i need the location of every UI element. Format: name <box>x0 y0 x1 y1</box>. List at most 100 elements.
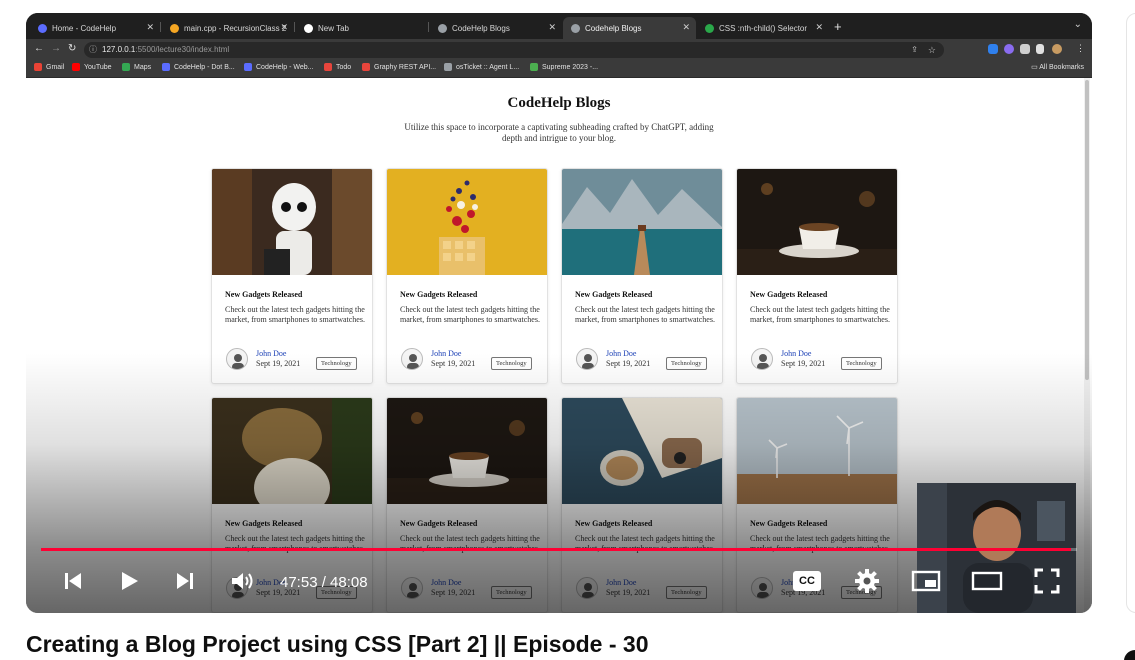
captions-button[interactable]: CC <box>792 566 822 596</box>
card-title: New Gadgets Released <box>575 290 653 299</box>
card-title: New Gadgets Released <box>400 519 478 528</box>
author-avatar <box>401 348 423 370</box>
browser-tab[interactable]: Home - CodeHelp ✕ <box>30 17 160 39</box>
video-progress-bar[interactable] <box>41 548 1077 551</box>
author-avatar <box>751 348 773 370</box>
browser-tab[interactable]: New Tab <box>296 17 428 39</box>
maps-icon <box>122 63 130 71</box>
reload-icon[interactable]: ↻ <box>68 43 76 54</box>
card-author-link[interactable]: John Doe <box>781 349 811 358</box>
bookmark-item[interactable]: Maps <box>122 63 151 71</box>
next-icon <box>177 573 193 589</box>
all-bookmarks-button[interactable]: ▭ All Bookmarks <box>1031 63 1084 71</box>
blog-card[interactable]: New Gadgets Released Check out the lates… <box>561 397 723 613</box>
blog-card[interactable]: New Gadgets Released Check out the lates… <box>736 168 898 384</box>
page-title: CodeHelp Blogs <box>507 95 611 111</box>
close-icon[interactable]: ✕ <box>548 22 556 33</box>
browser-tab[interactable]: CSS :nth-child() Selector ✕ <box>697 17 829 39</box>
author-avatar <box>226 348 248 370</box>
tab-title: New Tab <box>318 23 349 33</box>
play-button[interactable] <box>116 566 142 596</box>
channel-avatar[interactable] <box>1124 650 1135 660</box>
blog-card[interactable]: New Gadgets Released Check out the lates… <box>211 168 373 384</box>
star-icon[interactable]: ☆ <box>928 42 936 58</box>
side-panel-icon[interactable] <box>1036 44 1044 54</box>
author-avatar <box>576 577 598 599</box>
site-info-icon[interactable]: ⓘ <box>89 42 97 58</box>
card-tag[interactable]: Technology <box>491 586 532 599</box>
card-date: Sept 19, 2021 <box>606 359 651 368</box>
blog-card[interactable]: New Gadgets Released Check out the lates… <box>386 168 548 384</box>
back-icon[interactable]: ← <box>34 43 44 54</box>
chevron-down-icon[interactable]: ⌄ <box>1074 19 1082 30</box>
time-display: 47:53 / 48:08 <box>280 574 368 591</box>
bookmark-item[interactable]: YouTube <box>72 63 112 71</box>
bookmark-item[interactable]: CodeHelp - Web... <box>244 63 313 71</box>
tab-favicon-icon <box>170 23 179 33</box>
card-author-link[interactable]: John Doe <box>431 578 461 587</box>
previous-icon <box>65 573 81 589</box>
drive-icon <box>530 63 538 71</box>
browser-tab[interactable]: CodeHelp Blogs ✕ <box>430 17 562 39</box>
forward-icon[interactable]: → <box>51 43 61 54</box>
next-button[interactable] <box>172 566 198 596</box>
close-icon[interactable]: ✕ <box>682 22 690 33</box>
card-tag[interactable]: Technology <box>841 357 882 370</box>
volume-button[interactable] <box>228 566 258 596</box>
bookmark-item[interactable]: osTicket :: Agent L... <box>444 63 519 71</box>
page-scrollbar[interactable] <box>1084 78 1090 613</box>
scrollbar-thumb[interactable] <box>1085 80 1089 380</box>
card-tag[interactable]: Technology <box>316 357 357 370</box>
codehelp-icon <box>244 63 252 71</box>
theater-mode-button[interactable] <box>970 566 1004 596</box>
tab-title: CSS :nth-child() Selector <box>719 23 808 33</box>
profile-avatar-icon[interactable] <box>1052 44 1062 54</box>
bookmark-label: YouTube <box>84 63 112 71</box>
card-tag[interactable]: Technology <box>666 357 707 370</box>
extension-icon[interactable] <box>1004 44 1014 54</box>
card-image <box>212 169 372 275</box>
close-icon[interactable]: ✕ <box>146 22 154 33</box>
previous-button[interactable] <box>60 566 86 596</box>
card-author-link[interactable]: John Doe <box>606 349 636 358</box>
blog-card[interactable]: New Gadgets Released Check out the lates… <box>386 397 548 613</box>
browser-tab[interactable]: main.cpp - RecursionClass 2 ✕ <box>162 17 294 39</box>
card-image <box>737 169 897 275</box>
browser-tab-bar: Home - CodeHelp ✕ main.cpp - RecursionCl… <box>26 13 1092 39</box>
bookmark-item[interactable]: Supreme 2023 -... <box>530 63 598 71</box>
video-title: Creating a Blog Project using CSS [Part … <box>26 631 649 657</box>
miniplayer-button[interactable] <box>910 566 942 596</box>
extension-icon[interactable] <box>988 44 998 54</box>
card-description: Check out the latest tech gadgets hittin… <box>400 534 540 553</box>
card-title: New Gadgets Released <box>750 519 828 528</box>
bookmark-label: Todo <box>336 63 352 71</box>
video-player[interactable]: Home - CodeHelp ✕ main.cpp - RecursionCl… <box>26 13 1092 613</box>
new-tab-icon[interactable]: + <box>834 19 842 34</box>
tab-title: Codehelp Blogs <box>585 23 642 33</box>
bookmark-item[interactable]: Gmail <box>34 63 64 71</box>
share-icon[interactable]: ⇪ <box>911 42 918 58</box>
browser-toolbar: ← → ↻ ⓘ 127.0.0.1:5500/lecture30/index.h… <box>26 39 1092 61</box>
card-tag[interactable]: Technology <box>666 586 707 599</box>
card-author-link[interactable]: John Doe <box>606 578 636 587</box>
address-bar[interactable]: ⓘ 127.0.0.1:5500/lecture30/index.html ⇪ … <box>84 42 944 58</box>
bookmark-item[interactable]: CodeHelp - Dot B... <box>162 63 235 71</box>
browser-tab-active[interactable]: Codehelp Blogs ✕ <box>563 17 696 39</box>
kebab-menu-icon[interactable]: ⋮ <box>1076 43 1085 54</box>
card-author-link[interactable]: John Doe <box>256 349 286 358</box>
close-icon[interactable]: ✕ <box>280 22 288 33</box>
blog-card[interactable]: New Gadgets Released Check out the lates… <box>561 168 723 384</box>
extensions-puzzle-icon[interactable] <box>1020 44 1030 54</box>
captions-icon: CC <box>793 571 821 591</box>
tab-favicon-icon <box>38 23 47 33</box>
card-tag[interactable]: Technology <box>491 357 532 370</box>
tab-title: Home - CodeHelp <box>52 23 117 33</box>
settings-button[interactable] <box>852 566 882 596</box>
bookmark-item[interactable]: Graphy REST API... <box>362 63 436 71</box>
tab-favicon-icon <box>705 23 714 33</box>
fullscreen-button[interactable] <box>1032 566 1062 596</box>
bookmark-item[interactable]: Todo <box>324 63 351 71</box>
close-icon[interactable]: ✕ <box>815 22 823 33</box>
tab-favicon-icon <box>304 23 313 33</box>
card-author-link[interactable]: John Doe <box>431 349 461 358</box>
